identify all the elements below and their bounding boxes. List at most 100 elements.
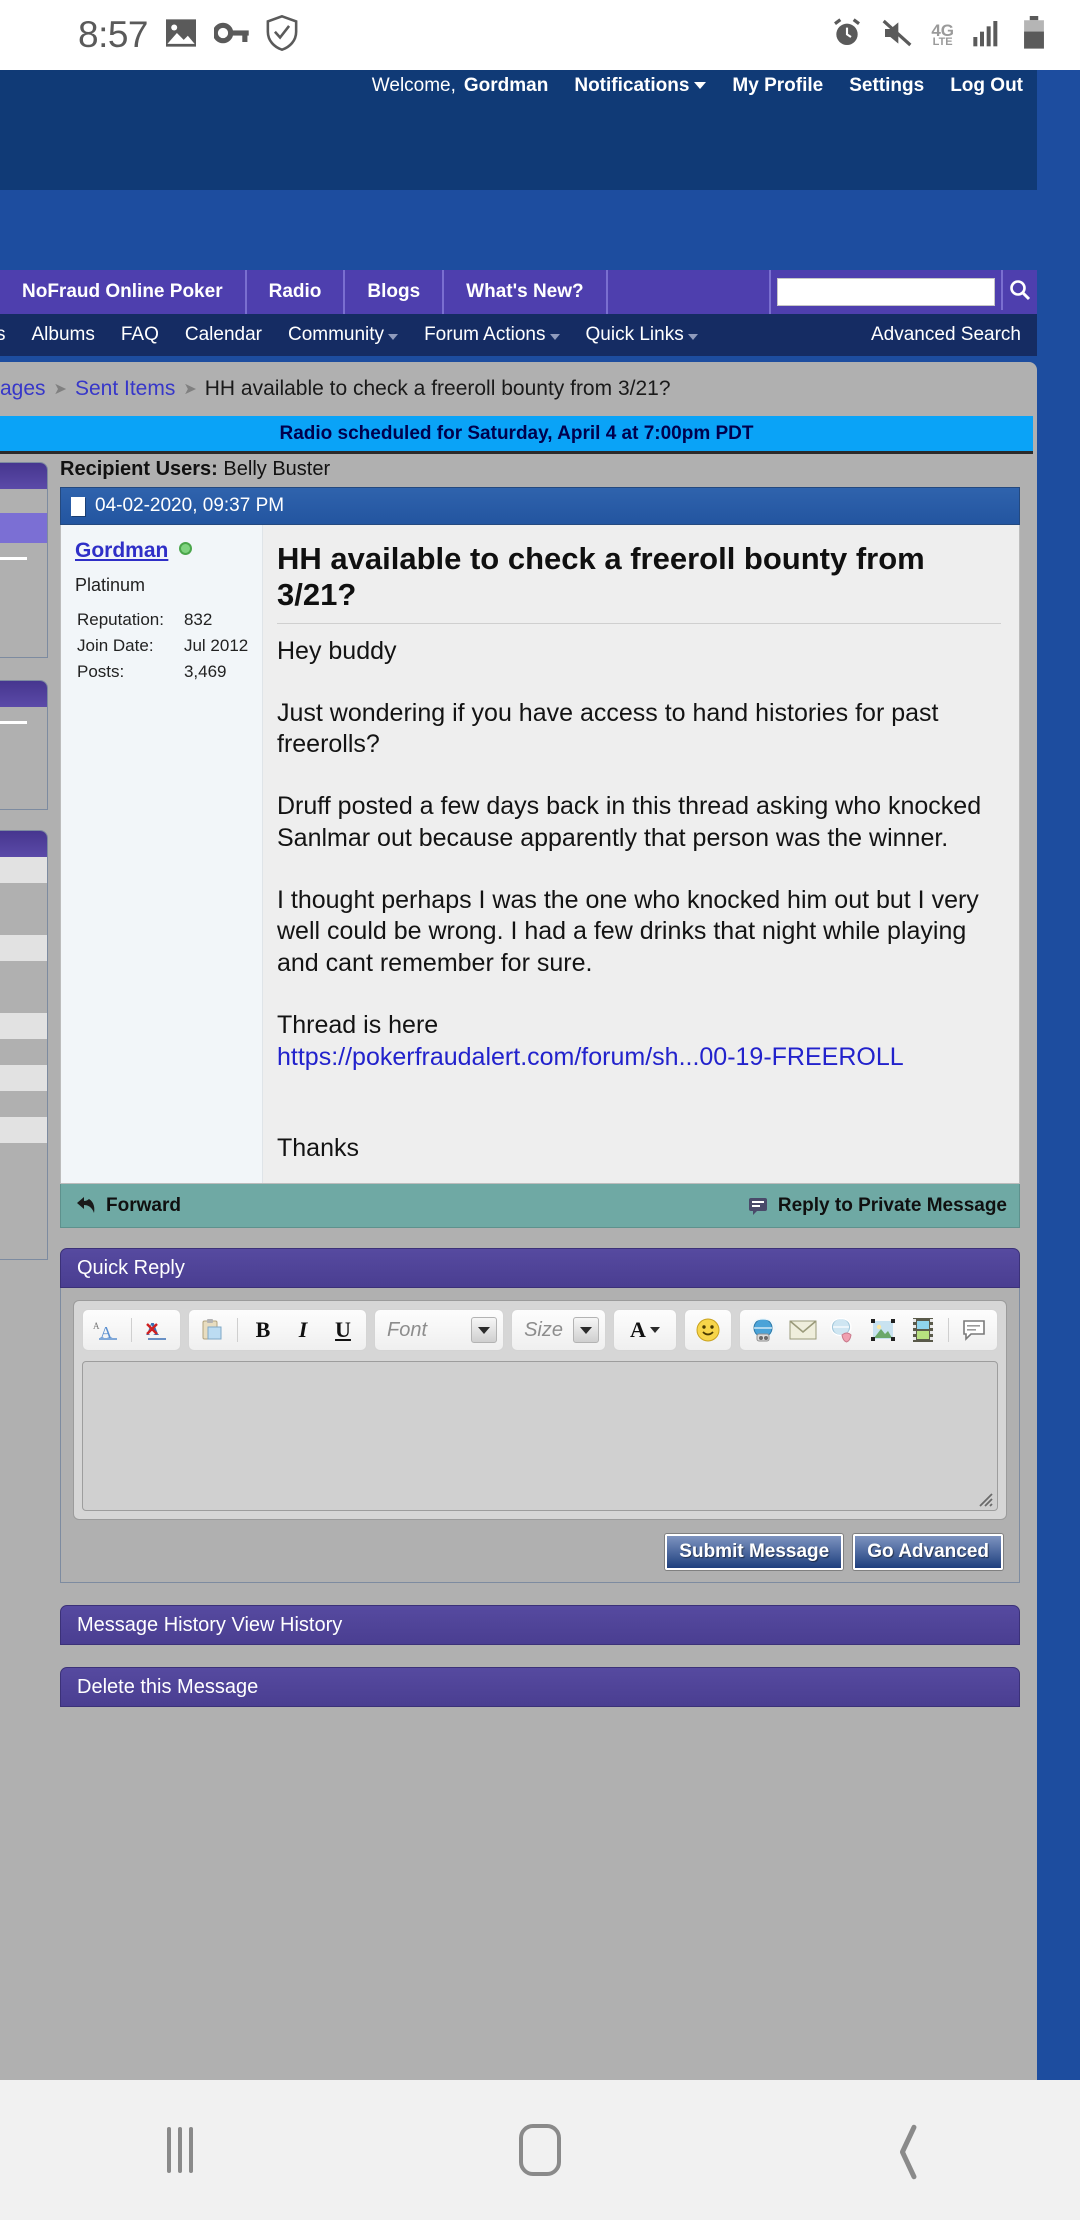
paste-icon[interactable] — [197, 1315, 227, 1345]
sidebar-row — [0, 857, 47, 883]
editor-toolbar: AA A — [82, 1309, 998, 1352]
mute-icon — [881, 18, 913, 53]
status-bar-right: 4G LTE — [831, 15, 1046, 55]
message-paragraph: Just wondering if you have access to han… — [277, 698, 939, 759]
subnav-item-calendar[interactable]: Calendar — [185, 324, 262, 346]
subnav-item-quick-links[interactable]: Quick Links — [586, 324, 698, 346]
chevron-down-icon — [471, 1317, 498, 1344]
stat-value: Jul 2012 — [183, 636, 249, 655]
sidebar-row — [0, 987, 47, 1013]
video-icon[interactable] — [908, 1315, 938, 1345]
sidebar-row — [0, 883, 47, 909]
forward-button[interactable]: Forward — [75, 1195, 181, 1217]
message-timestamp: 04-02-2020, 09:37 PM — [95, 495, 285, 516]
font-color-icon[interactable]: A — [622, 1315, 668, 1345]
author-name-link[interactable]: Gordman — [75, 539, 168, 562]
size-select-label: Size — [524, 1318, 563, 1341]
email-icon[interactable] — [788, 1315, 818, 1345]
search-icon — [1010, 280, 1031, 301]
sidebar-box-3[interactable] — [0, 830, 48, 1260]
author-panel: Gordman Platinum Reputation: 832 Join Da… — [61, 525, 263, 1184]
underline-icon[interactable]: U — [328, 1315, 358, 1345]
table-row: Posts: 3,469 — [77, 660, 248, 684]
recipients-value: Belly Buster — [223, 458, 331, 480]
forum-header: Welcome, Gordman Notifications My Profil… — [0, 70, 1037, 190]
subnav-item-s[interactable]: s — [0, 324, 6, 346]
radio-notice-banner[interactable]: Radio scheduled for Saturday, April 4 at… — [0, 416, 1033, 454]
quick-reply-title: Quick Reply — [60, 1248, 1020, 1289]
author-stats-table: Reputation: 832 Join Date: Jul 2012 Post… — [75, 606, 250, 686]
message-header-bar: 04-02-2020, 09:37 PM — [60, 487, 1020, 525]
message-history-panel[interactable]: Message History View History — [60, 1605, 1020, 1646]
nav-tab-blogs[interactable]: Blogs — [345, 270, 445, 314]
stat-key: Join Date: — [77, 636, 154, 655]
search-button[interactable] — [1001, 270, 1037, 310]
welcome-text: Welcome, — [371, 75, 456, 96]
toolbar-separator — [131, 1318, 132, 1343]
italic-icon[interactable]: I — [288, 1315, 318, 1345]
home-icon — [519, 2124, 561, 2176]
nav-tab-whats-new[interactable]: What's New? — [444, 270, 608, 314]
subnav-item-albums[interactable]: Albums — [32, 324, 95, 346]
message-body: Gordman Platinum Reputation: 832 Join Da… — [60, 525, 1020, 1185]
font-select[interactable]: Font — [374, 1309, 505, 1352]
quick-reply-body: AA A — [60, 1288, 1020, 1584]
delete-message-panel[interactable]: Delete this Message — [60, 1667, 1020, 1708]
reply-textarea[interactable] — [83, 1362, 997, 1511]
go-advanced-button[interactable]: Go Advanced — [853, 1534, 1003, 1571]
back-button[interactable] — [720, 2124, 1080, 2176]
author-rank: Platinum — [75, 575, 146, 595]
unlink-icon[interactable] — [828, 1315, 858, 1345]
reply-to-private-message-button[interactable]: Reply to Private Message — [747, 1195, 1007, 1217]
android-nav-bar — [0, 2080, 1080, 2220]
subnav-item-community[interactable]: Community — [288, 324, 399, 346]
toolbar-group-formatting: AA A — [82, 1309, 181, 1352]
link-icon[interactable] — [748, 1315, 778, 1345]
nav-spacer — [608, 270, 771, 314]
alarm-icon — [831, 17, 863, 54]
bold-icon[interactable]: B — [248, 1315, 278, 1345]
resize-grip-icon[interactable] — [975, 1489, 993, 1507]
log-out-link[interactable]: Log Out — [950, 75, 1023, 97]
sidebar-box-1[interactable] — [0, 462, 48, 658]
reply-textarea-container[interactable] — [82, 1361, 998, 1512]
nav-tab-radio[interactable]: Radio — [247, 270, 346, 314]
size-select[interactable]: Size — [511, 1309, 606, 1352]
subnav-item-faq[interactable]: FAQ — [121, 324, 159, 346]
welcome-username: Gordman — [463, 75, 549, 96]
message-link-intro: Thread is here — [277, 1010, 439, 1039]
recipients-label: Recipient Users: — [60, 458, 218, 480]
search-input[interactable] — [777, 278, 995, 306]
undo-formatting-icon[interactable]: A — [142, 1315, 172, 1345]
nav-tab-nofraud-online-poker[interactable]: NoFraud Online Poker — [0, 270, 247, 314]
remove-formatting-icon[interactable]: AA — [91, 1315, 121, 1345]
settings-link[interactable]: Settings — [849, 75, 924, 97]
quick-reply-section: Quick Reply AA A — [60, 1248, 1020, 1584]
recents-icon — [167, 2127, 193, 2173]
message-paragraph: Druff posted a few days back in this thr… — [277, 792, 982, 852]
stat-value: 832 — [183, 610, 213, 629]
thread-link[interactable]: https://pokerfraudalert.com/forum/sh...0… — [277, 1043, 904, 1071]
message-title: HH available to check a freeroll bounty … — [277, 541, 1001, 624]
notifications-link[interactable]: Notifications — [574, 75, 707, 97]
breadcrumb-item-sent-items[interactable]: Sent Items — [75, 377, 175, 401]
advanced-search-link[interactable]: Advanced Search — [871, 324, 1021, 346]
home-button[interactable] — [360, 2124, 720, 2176]
breadcrumb-item-messages[interactable]: ages — [0, 377, 46, 401]
my-profile-link[interactable]: My Profile — [732, 75, 823, 97]
status-clock: 8:57 — [78, 14, 149, 55]
chevron-down-icon — [573, 1317, 599, 1344]
smiley-icon[interactable] — [693, 1315, 723, 1345]
table-row: Reputation: 832 — [77, 608, 248, 632]
speech-bubble-icon — [748, 1197, 767, 1215]
submit-message-button[interactable]: Submit Message — [665, 1534, 844, 1571]
sidebar-box-2[interactable] — [0, 680, 48, 810]
quote-icon[interactable] — [959, 1315, 989, 1345]
recents-button[interactable] — [0, 2127, 360, 2173]
editor-container: AA A — [73, 1300, 1007, 1521]
forum-page: Welcome, Gordman Notifications My Profil… — [0, 70, 1080, 2080]
quick-reply-buttons: Submit Message Go Advanced — [73, 1534, 1007, 1571]
sidebar-row — [0, 961, 47, 987]
image-icon[interactable] — [868, 1315, 898, 1345]
subnav-item-forum-actions[interactable]: Forum Actions — [424, 324, 560, 346]
